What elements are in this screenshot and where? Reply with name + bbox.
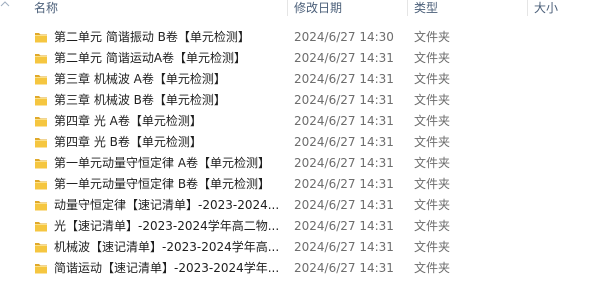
file-modified-date: 2024/6/27 14:31 xyxy=(294,219,394,233)
folder-icon xyxy=(35,138,47,148)
file-type: 文件夹 xyxy=(414,177,451,191)
sort-arrow-icon xyxy=(0,1,10,7)
folder-icon xyxy=(35,159,47,169)
file-row[interactable]: 第二单元 简谐运动A卷【单元检测】 2024/6/27 14:31 文件夹 xyxy=(0,48,610,69)
folder-icon xyxy=(35,201,47,211)
file-name: 第一单元动量守恒定律 B卷【单元检测】 xyxy=(54,177,271,191)
file-row[interactable]: 第四章 光 A卷【单元检测】 2024/6/27 14:31 文件夹 xyxy=(0,111,610,132)
column-header-name[interactable]: 名称 xyxy=(28,0,284,16)
file-row[interactable]: 机械波【速记清单】-2023-2024学年高... 2024/6/27 14:31… xyxy=(0,237,610,258)
folder-icon xyxy=(35,264,47,274)
folder-icon xyxy=(35,180,47,190)
file-type: 文件夹 xyxy=(414,51,451,65)
file-name: 第四章 光 B卷【单元检测】 xyxy=(54,135,202,149)
file-row[interactable]: 第四章 光 B卷【单元检测】 2024/6/27 14:31 文件夹 xyxy=(0,132,610,153)
file-name: 第三章 机械波 A卷【单元检测】 xyxy=(54,72,226,86)
file-row[interactable]: 简谐运动【速记清单】-2023-2024学年... 2024/6/27 14:31… xyxy=(0,258,610,279)
file-row[interactable]: 第一单元动量守恒定律 A卷【单元检测】 2024/6/27 14:31 文件夹 xyxy=(0,153,610,174)
folder-icon xyxy=(35,33,47,43)
file-name: 动量守恒定律【速记清单】-2023-2024... xyxy=(54,198,280,212)
file-type: 文件夹 xyxy=(414,219,451,233)
column-header-type[interactable]: 类型 xyxy=(407,0,529,16)
file-type: 文件夹 xyxy=(414,72,451,86)
file-name: 第三章 机械波 B卷【单元检测】 xyxy=(54,93,226,107)
file-modified-date: 2024/6/27 14:31 xyxy=(294,240,394,254)
file-name: 第四章 光 A卷【单元检测】 xyxy=(54,114,202,128)
file-list: 第二单元 简谐振动 B卷【单元检测】 2024/6/27 14:30 文件夹 第二单元… xyxy=(0,27,610,279)
file-type: 文件夹 xyxy=(414,93,451,107)
file-modified-date: 2024/6/27 14:31 xyxy=(294,198,394,212)
column-header-bar: 名称 修改日期 类型 大小 xyxy=(0,0,610,18)
file-name: 简谐运动【速记清单】-2023-2024学年... xyxy=(54,261,280,275)
file-type: 文件夹 xyxy=(414,30,451,44)
file-modified-date: 2024/6/27 14:30 xyxy=(294,30,394,44)
file-type: 文件夹 xyxy=(414,156,451,170)
folder-icon xyxy=(35,117,47,127)
file-row[interactable]: 动量守恒定律【速记清单】-2023-2024... 2024/6/27 14:31… xyxy=(0,195,610,216)
file-modified-date: 2024/6/27 14:31 xyxy=(294,177,394,191)
file-row[interactable]: 光【速记清单】-2023-2024学年高二物... 2024/6/27 14:31… xyxy=(0,216,610,237)
file-modified-date: 2024/6/27 14:31 xyxy=(294,114,394,128)
file-type: 文件夹 xyxy=(414,261,451,275)
folder-icon xyxy=(35,243,47,253)
file-name: 第二单元 简谐振动 B卷【单元检测】 xyxy=(54,30,250,44)
file-modified-date: 2024/6/27 14:31 xyxy=(294,156,394,170)
folder-icon xyxy=(35,96,47,106)
file-type: 文件夹 xyxy=(414,114,451,128)
file-row[interactable]: 第三章 机械波 A卷【单元检测】 2024/6/27 14:31 文件夹 xyxy=(0,69,610,90)
folder-icon xyxy=(35,222,47,232)
file-modified-date: 2024/6/27 14:31 xyxy=(294,51,394,65)
file-type: 文件夹 xyxy=(414,240,451,254)
file-modified-date: 2024/6/27 14:31 xyxy=(294,93,394,107)
file-name: 机械波【速记清单】-2023-2024学年高... xyxy=(54,240,280,254)
file-type: 文件夹 xyxy=(414,135,451,149)
file-row[interactable]: 第三章 机械波 B卷【单元检测】 2024/6/27 14:31 文件夹 xyxy=(0,90,610,111)
file-modified-date: 2024/6/27 14:31 xyxy=(294,261,394,275)
file-type: 文件夹 xyxy=(414,198,451,212)
file-row[interactable]: 第二单元 简谐振动 B卷【单元检测】 2024/6/27 14:30 文件夹 xyxy=(0,27,610,48)
column-header-size[interactable]: 大小 xyxy=(527,0,610,16)
file-name: 第一单元动量守恒定律 A卷【单元检测】 xyxy=(54,156,271,170)
file-row[interactable]: 第一单元动量守恒定律 B卷【单元检测】 2024/6/27 14:31 文件夹 xyxy=(0,174,610,195)
folder-icon xyxy=(35,54,47,64)
column-header-date[interactable]: 修改日期 xyxy=(287,0,409,16)
file-modified-date: 2024/6/27 14:31 xyxy=(294,72,394,86)
file-modified-date: 2024/6/27 14:31 xyxy=(294,135,394,149)
file-name: 第二单元 简谐运动A卷【单元检测】 xyxy=(54,51,247,65)
file-name: 光【速记清单】-2023-2024学年高二物... xyxy=(54,219,280,233)
folder-icon xyxy=(35,75,47,85)
